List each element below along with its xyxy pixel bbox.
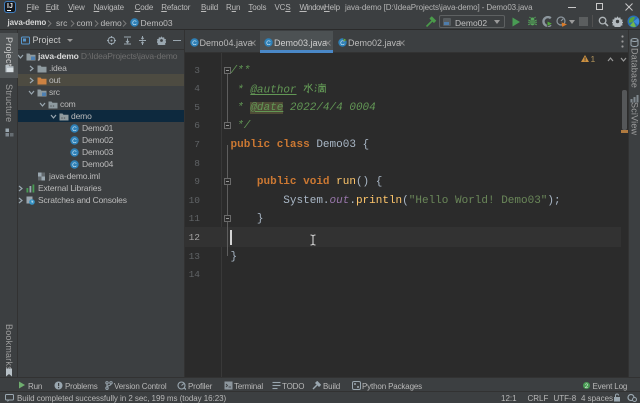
svg-text:C: C — [266, 40, 271, 47]
svg-text:C: C — [73, 161, 78, 168]
svg-text:C: C — [192, 40, 197, 47]
svg-text:C: C — [73, 125, 78, 132]
svg-text:C: C — [73, 137, 78, 144]
svg-text:C: C — [132, 20, 137, 27]
svg-text:C: C — [340, 40, 345, 47]
svg-text:C: C — [73, 149, 78, 156]
